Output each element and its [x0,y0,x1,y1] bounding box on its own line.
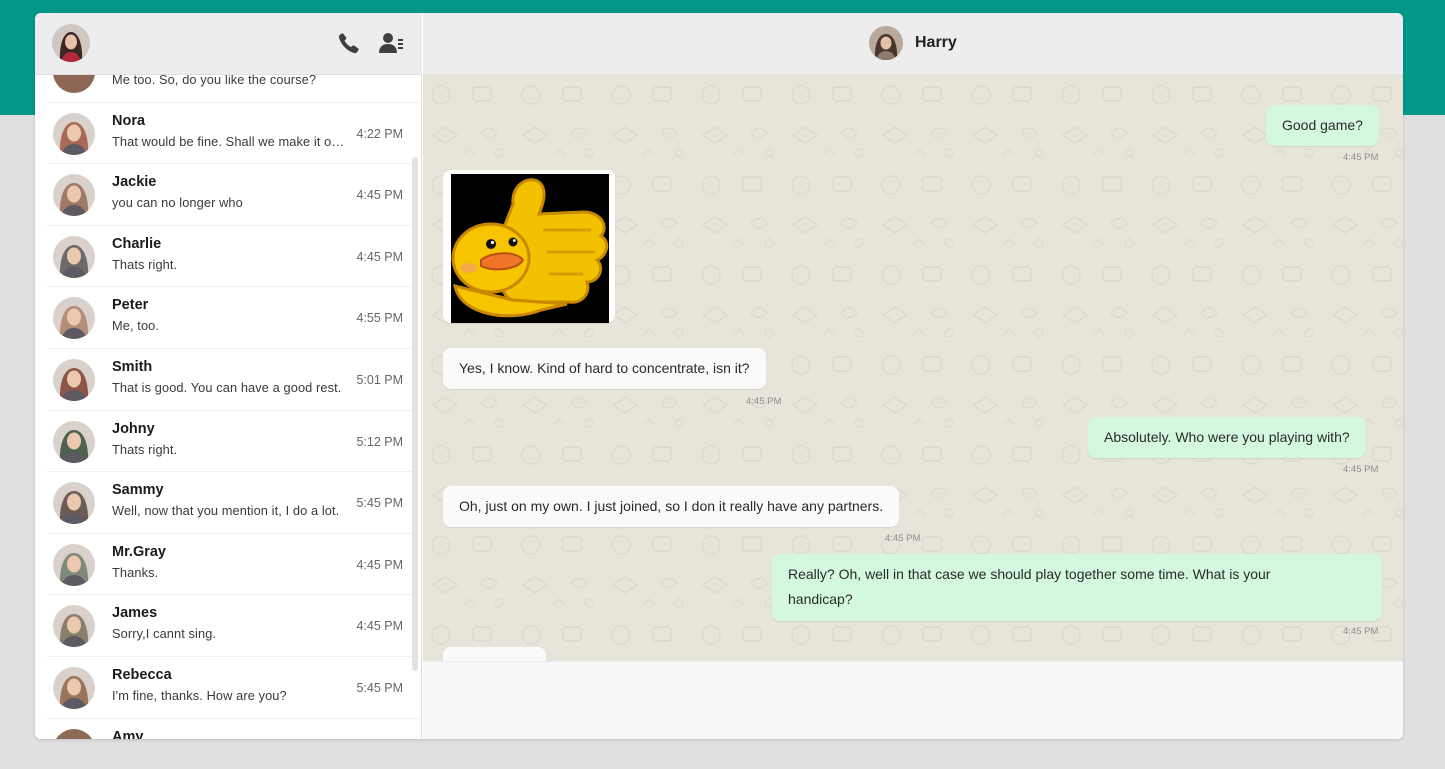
chat-time: 4:45 PM [356,619,403,634]
contact-name: Jackie [112,174,157,191]
contact-name: Johny [112,420,155,437]
chat-list-item-partial[interactable]: Me too. So, do you like the course? [46,75,419,103]
contact-name: Peter [112,297,149,314]
contact-avatar [53,420,95,463]
chat-preview: Me, too. [112,318,160,334]
conversation-title: Harry [915,34,957,51]
message-bubble-incoming[interactable]: Yes, I know. Kind of hard to concentrate… [443,348,766,389]
my-avatar[interactable] [52,24,90,62]
chat-time: 5:45 PM [356,496,403,511]
chat-list-item-peter[interactable]: Peter Me, too. 4:55 PM [46,287,419,349]
chat-preview: Thanks. [112,564,159,580]
chat-preview: Thats right. [112,256,178,272]
message-composer[interactable] [423,661,1403,739]
chat-time: 5:12 PM [356,434,403,449]
sidebar: Me too. So, do you like the course? Nora… [35,13,422,739]
message-time: 4:45 PM [1343,464,1379,475]
message-text: Yes, I know. Kind of hard to concentrate… [459,360,750,376]
contact-name: Mr.Gray [112,543,166,560]
contact-name: Charlie [112,235,162,252]
chat-time: 4:22 PM [356,126,403,141]
contacts-icon[interactable] [378,29,404,57]
contact-avatar [53,75,95,93]
chat-time: 4:45 PM [356,188,403,203]
contact-name: Nora [112,112,146,129]
message-text: Oh, just on my own. I just joined, so I … [459,498,884,514]
sidebar-header [35,13,422,75]
conversation-header: Harry [423,13,1403,75]
contact-avatar [53,482,95,525]
chat-list-item-rebecca[interactable]: Rebecca I'm fine, thanks. How are you? 5:4… [46,657,419,719]
contact-name: Sammy [112,482,164,499]
message-text: Good game? [1282,117,1363,133]
contact-avatar [53,728,95,739]
chat-list-item-james[interactable]: James Sorry,I cannt sing. 4:45 PM [46,595,419,657]
contact-avatar [53,543,95,586]
contact-avatar [53,174,95,217]
contact-avatar [53,666,95,709]
message-time: 4:45 PM [885,533,921,544]
thumbs-up-duck-sticker [451,174,609,323]
message-time: 4:45 PM [746,396,782,407]
chat-time: 5:01 PM [356,372,403,387]
chat-time: 5:45 PM [356,680,403,695]
contact-name: James [112,605,158,622]
chat-preview: Well, now that you mention it, I do a lo… [112,503,340,519]
contact-name: Amy [112,728,144,739]
contact-avatar[interactable] [869,26,903,60]
chat-list-item-sammy[interactable]: Sammy Well, now that you mention it, I do… [46,472,419,534]
message-time: 4:45 PM [1343,626,1379,637]
chat-list-scrollbar[interactable] [412,157,420,671]
message-text: Absolutely. Who were you playing with? [1104,429,1350,445]
message-time: 4:45 PM [1343,152,1379,163]
chat-list-item-smith[interactable]: Smith That is good. You can have a good r… [46,349,419,411]
message-text-line: Really? Oh, well in that case we should … [788,566,1271,582]
contact-avatar [53,112,95,155]
chat-list[interactable]: Me too. So, do you like the course? Nora… [35,75,421,739]
message-text-line: handicap? [788,591,853,607]
conversation-pane: Harry Good game? 4:45 PM Yes, I know. Ki… [423,13,1403,739]
chat-list-item-charlie[interactable]: Charlie Thats right. 4:45 PM [46,226,419,288]
chat-time: 4:45 PM [356,557,403,572]
contact-avatar [53,358,95,401]
chat-list-item-johny[interactable]: Johny Thats right. 5:12 PM [46,411,419,473]
chat-preview: Me too. So, do you like the course? [112,75,317,87]
chat-list-item-jackie[interactable]: Jackie you can no longer who 4:45 PM [46,164,419,226]
chat-preview: That is good. You can have a good rest. [112,379,342,395]
chat-list-item-partial[interactable]: Amy [46,719,419,739]
chat-preview: That would be fine. Shall we make it on … [112,133,350,149]
chat-list-item-mr-gray[interactable]: Mr.Gray Thanks. 4:45 PM [46,534,419,596]
message-bubble-outgoing[interactable]: Really? Oh, well in that case we should … [772,554,1382,621]
chat-time: 4:45 PM [356,249,403,264]
message-bubble-incoming[interactable]: Oh, just on my own. I just joined, so I … [443,486,900,527]
message-bubble-incoming-partial[interactable] [443,647,546,661]
contact-avatar [53,605,95,648]
contact-name: Rebecca [112,666,172,683]
chat-list-item-nora[interactable]: Nora That would be fine. Shall we make it… [46,103,419,165]
contact-name: Smith [112,358,153,375]
message-bubble-outgoing[interactable]: Good game? [1266,105,1379,146]
sticker-message[interactable] [443,170,615,323]
chat-preview: Thats right. [112,441,178,457]
chat-preview: I'm fine, thanks. How are you? [112,687,287,703]
chat-time: 4:55 PM [356,311,403,326]
chat-preview: Sorry,I cannt sing. [112,626,217,642]
scrollbar-thumb[interactable] [412,157,418,671]
chat-preview: you can no longer who [112,195,243,211]
message-bubble-outgoing[interactable]: Absolutely. Who were you playing with? [1088,417,1366,458]
contact-avatar [53,297,95,340]
chat-app-window: Me too. So, do you like the course? Nora… [35,13,1403,739]
phone-icon[interactable] [336,29,362,57]
contact-avatar [53,235,95,278]
message-area[interactable]: Good game? 4:45 PM Yes, I know. Kind of … [423,75,1403,661]
